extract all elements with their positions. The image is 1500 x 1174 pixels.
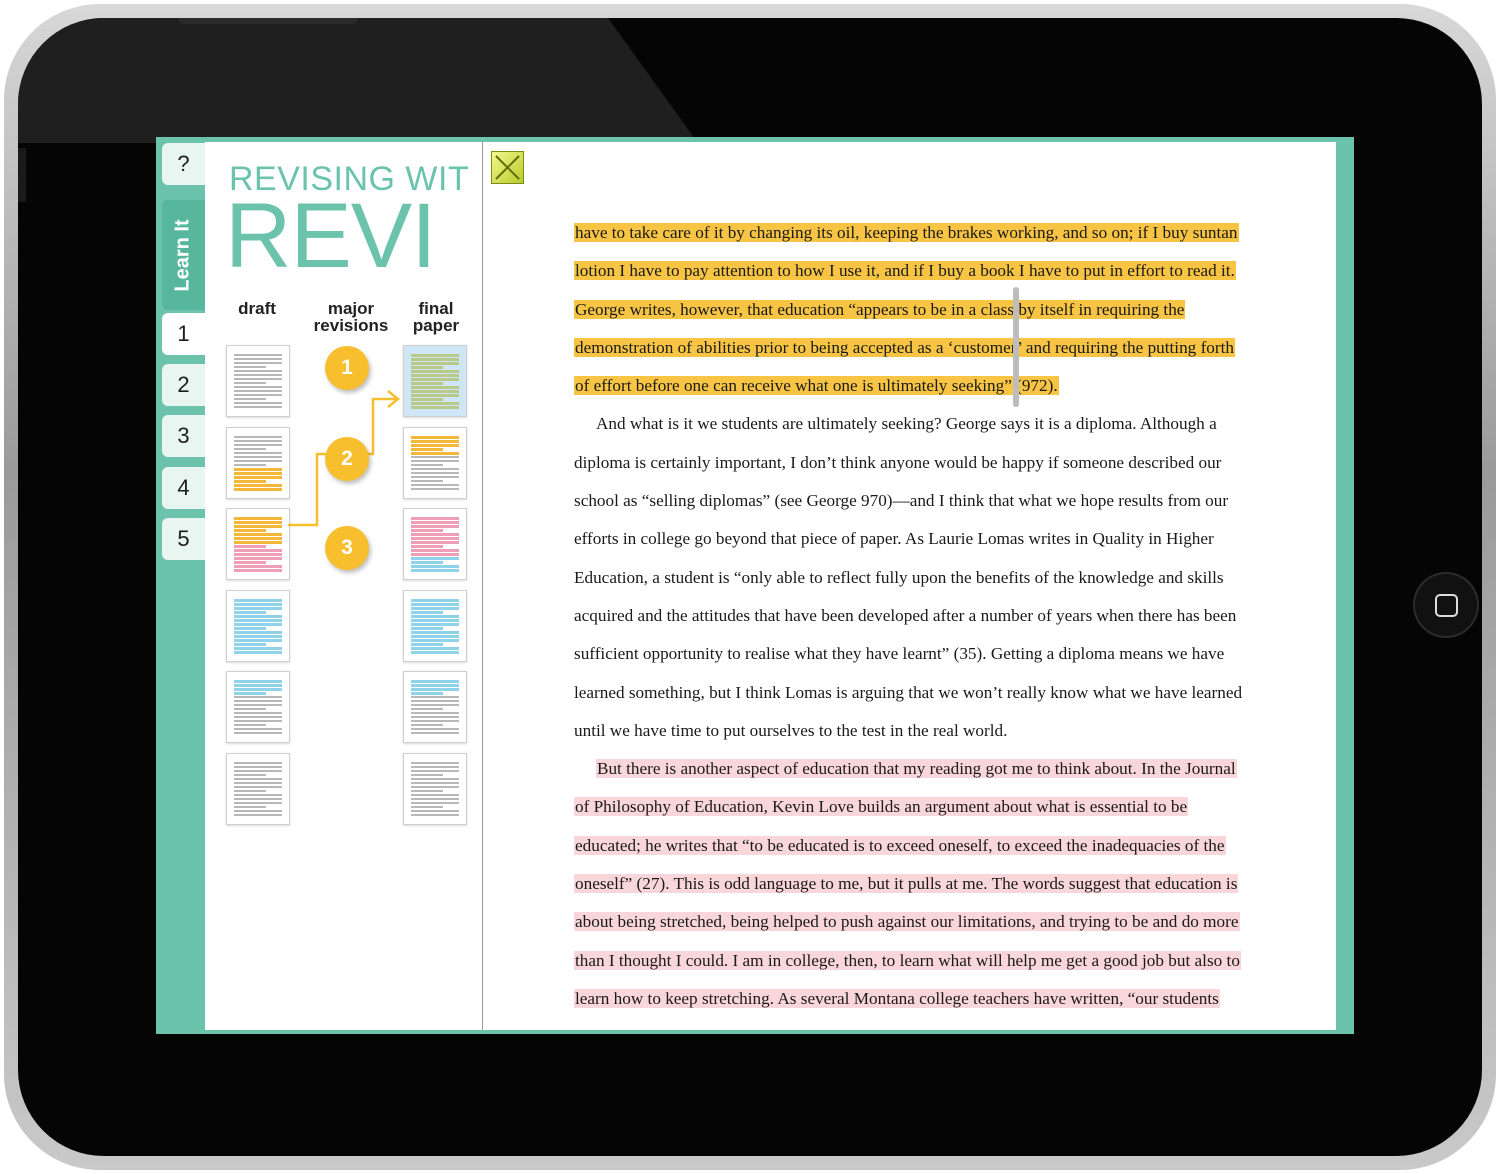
close-icon	[495, 155, 520, 180]
step-2-label: 2	[341, 447, 353, 470]
essay-line: about being stretched, being helped to p…	[574, 903, 1299, 941]
essay-line-text: demonstration of abilities prior to bein…	[574, 337, 1235, 357]
essay-line: of effort before one can receive what on…	[574, 367, 1299, 405]
learn-it-label: Learn It	[172, 218, 194, 292]
tab-2[interactable]: 2	[162, 364, 205, 406]
side-button	[18, 148, 26, 202]
essay-line: learn how to keep stretching. As several…	[574, 980, 1299, 1018]
tab-5[interactable]: 5	[162, 518, 205, 560]
revision-connector-arrows	[288, 390, 401, 527]
essay-line: oneself” (27). This is odd language to m…	[574, 865, 1299, 903]
top-notch	[178, 18, 358, 24]
essay-line-text: learn how to keep stretching. As several…	[574, 988, 1220, 1008]
home-button[interactable]	[1413, 572, 1479, 638]
essay-text: have to take care of it by changing its …	[574, 214, 1299, 1018]
document-viewer: have to take care of it by changing its …	[483, 142, 1336, 1030]
essay-line: sufficient opportunity to realise what t…	[574, 635, 1299, 673]
step-3-label: 3	[341, 536, 353, 559]
essay-line: school as “selling diplomas” (see George…	[574, 482, 1299, 520]
essay-line-text: sufficient opportunity to realise what t…	[574, 644, 1225, 664]
essay-line: Education, a student is “only able to re…	[574, 559, 1299, 597]
essay-paragraph: And what is it we students are ultimatel…	[574, 405, 1299, 750]
essay-line: George writes, however, that education “…	[574, 291, 1299, 329]
essay-line-text: of Philosophy of Education, Kevin Love b…	[574, 797, 1189, 817]
learn-it-tab[interactable]: Learn It	[162, 200, 205, 310]
essay-line-text: than I thought I could. I am in college,…	[574, 950, 1241, 970]
tab-5-label: 5	[177, 526, 190, 551]
essay-line-text: But there is another aspect of education…	[596, 759, 1237, 779]
essay-line-text: about being stretched, being helped to p…	[574, 912, 1240, 932]
essay-line: have to take care of it by changing its …	[574, 214, 1299, 252]
essay-line-text: educated; he writes that “to be educated…	[574, 835, 1226, 855]
close-button[interactable]	[491, 151, 524, 184]
tab-4[interactable]: 4	[162, 467, 205, 509]
essay-line-text: learned something, but I think Lomas is …	[574, 682, 1243, 702]
essay-line-text: George writes, however, that education “…	[574, 299, 1186, 319]
step-2-badge[interactable]: 2	[325, 437, 369, 481]
essay-line: lotion I have to pay attention to how I …	[574, 252, 1299, 290]
help-tab[interactable]: ?	[162, 143, 205, 185]
essay-line-text: And what is it we students are ultimatel…	[596, 414, 1217, 434]
home-square-icon	[1435, 594, 1458, 617]
step-1-label: 1	[341, 356, 353, 379]
step-3-badge[interactable]: 3	[325, 526, 369, 570]
essay-line-text: Education, a student is “only able to re…	[574, 567, 1224, 587]
essay-line-text: school as “selling diplomas” (see George…	[574, 491, 1229, 511]
essay-line: efforts in college go beyond that piece …	[574, 520, 1299, 558]
tab-3[interactable]: 3	[162, 415, 205, 457]
essay-line: demonstration of abilities prior to bein…	[574, 329, 1299, 367]
essay-line: learned something, but I think Lomas is …	[574, 674, 1299, 712]
tab-2-label: 2	[177, 372, 190, 397]
step-1-badge[interactable]: 1	[325, 346, 369, 390]
side-tabs: ? Learn It 1 2 3 4 5	[156, 137, 205, 1034]
essay-line: until we have time to put ourselves to t…	[574, 712, 1299, 750]
essay-paragraph: have to take care of it by changing its …	[574, 214, 1299, 405]
essay-line-text: until we have time to put ourselves to t…	[574, 720, 1008, 740]
lesson-panel: REVISING WIT REVI draft major revisions …	[205, 142, 482, 1030]
tab-1-label: 1	[177, 321, 190, 346]
essay-line-text: lotion I have to pay attention to how I …	[574, 261, 1236, 281]
essay-line: And what is it we students are ultimatel…	[574, 405, 1299, 443]
essay-line: diploma is certainly important, I don’t …	[574, 444, 1299, 482]
essay-line: than I thought I could. I am in college,…	[574, 942, 1299, 980]
app-screen: ? Learn It 1 2 3 4 5 REVISING WIT REVI d…	[156, 137, 1354, 1034]
tab-1[interactable]: 1	[162, 313, 205, 355]
essay-line-text: of effort before one can receive what on…	[574, 376, 1059, 396]
essay-line: of Philosophy of Education, Kevin Love b…	[574, 788, 1299, 826]
essay-line-text: oneself” (27). This is odd language to m…	[574, 874, 1239, 894]
help-tab-label: ?	[177, 151, 190, 176]
essay-line-text: efforts in college go beyond that piece …	[574, 529, 1214, 549]
document-scrollbar[interactable]	[1013, 287, 1019, 407]
essay-line-text: acquired and the attitudes that have bee…	[574, 605, 1237, 625]
tab-3-label: 3	[177, 423, 190, 448]
essay-line-text: have to take care of it by changing its …	[574, 223, 1239, 242]
tab-4-label: 4	[177, 475, 190, 500]
essay-line: acquired and the attitudes that have bee…	[574, 597, 1299, 635]
essay-line: But there is another aspect of education…	[574, 750, 1299, 788]
essay-line-text: diploma is certainly important, I don’t …	[574, 452, 1222, 472]
essay-line: educated; he writes that “to be educated…	[574, 827, 1299, 865]
essay-paragraph: But there is another aspect of education…	[574, 750, 1299, 1018]
